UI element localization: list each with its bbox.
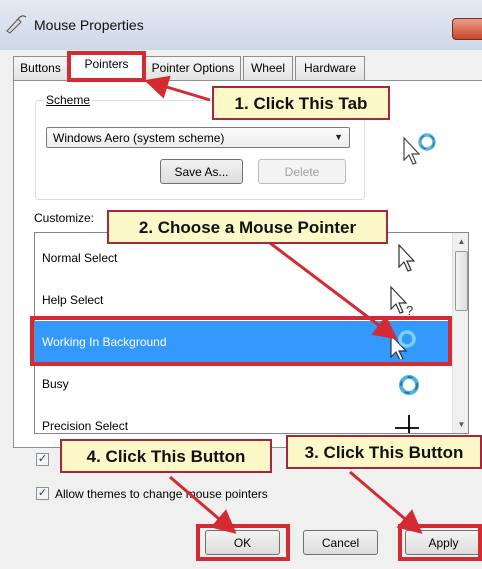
highlight-selected-item	[30, 316, 452, 366]
callout-step-4: 4. Click This Button	[60, 439, 272, 473]
callout-step-1: 1. Click This Tab	[212, 86, 390, 120]
callout-step-3: 3. Click This Button	[286, 435, 482, 469]
highlight-apply-button	[398, 524, 482, 561]
highlight-pointers-tab	[67, 51, 146, 82]
callout-step-2: 2. Choose a Mouse Pointer	[107, 210, 388, 244]
highlight-ok-button	[196, 524, 290, 561]
